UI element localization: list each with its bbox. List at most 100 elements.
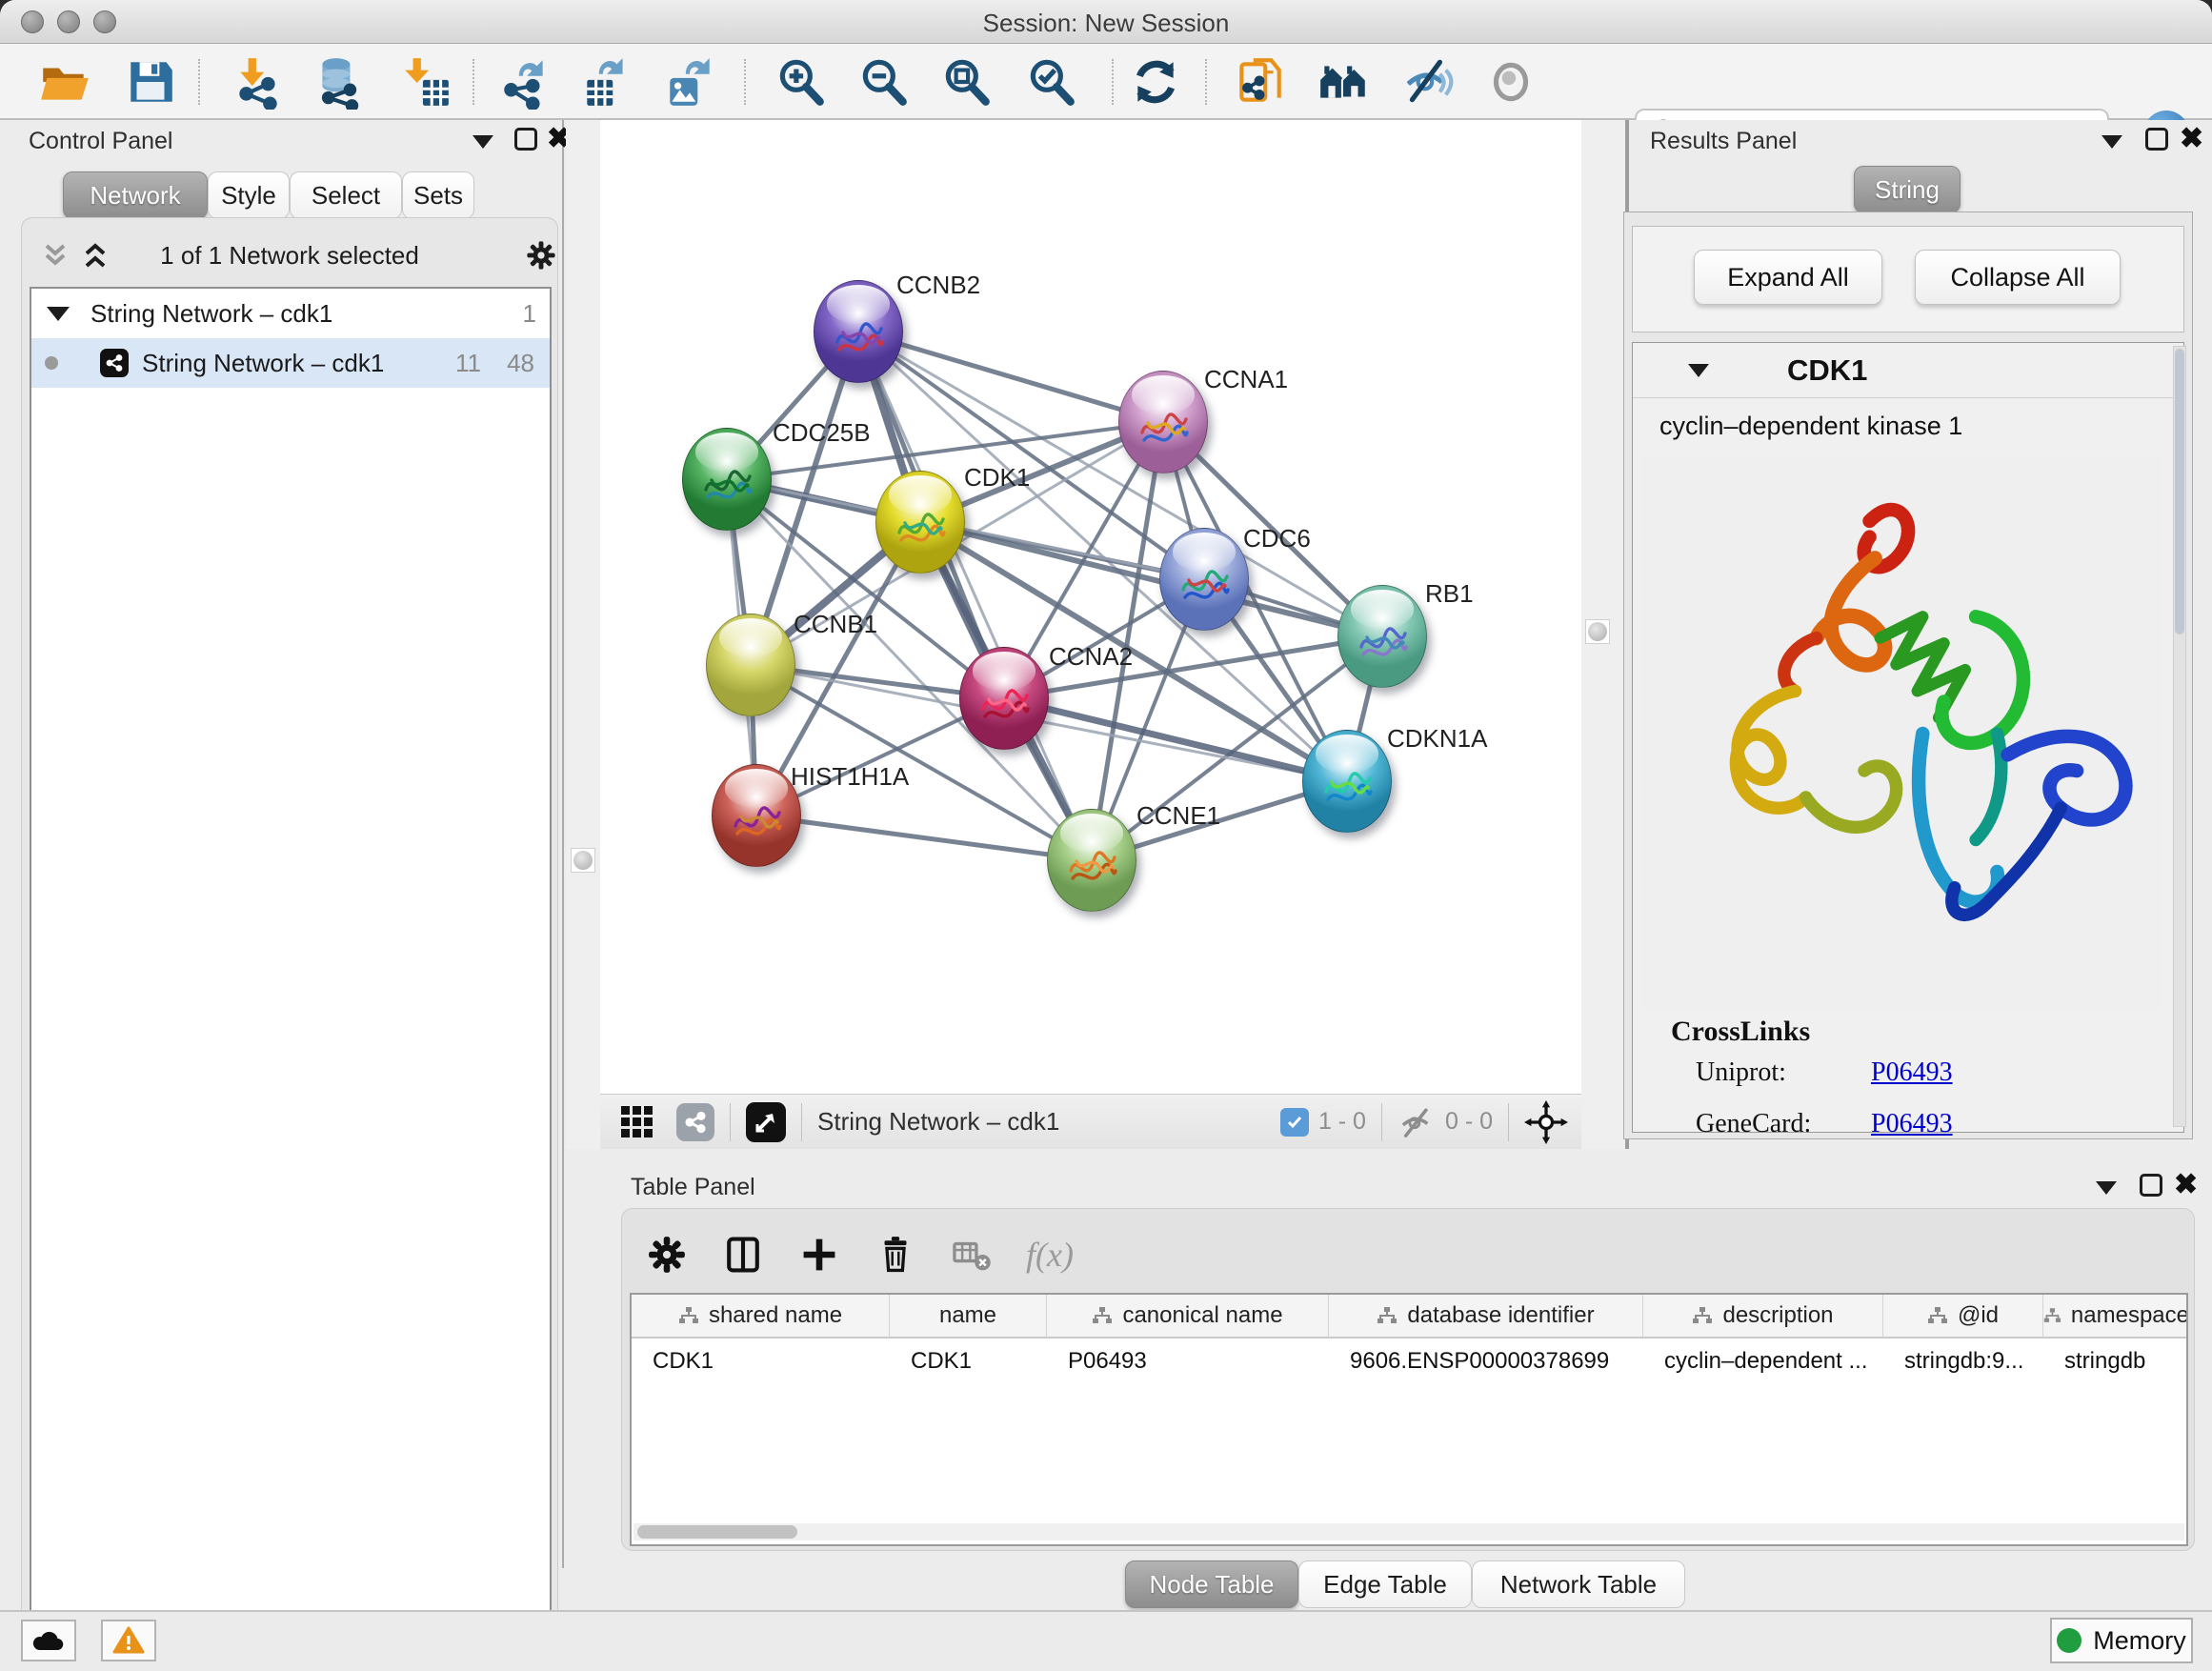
tab-select[interactable]: Select [290,171,402,219]
delete-table-icon[interactable] [950,1233,994,1277]
pan-crosshair-icon[interactable] [1524,1100,1568,1144]
node-result-caret-icon[interactable] [1688,364,1709,377]
table-panel-close-icon[interactable]: ✖ [2174,1174,2198,1197]
import-network-database-button[interactable] [310,51,367,112]
column-header-description[interactable]: description [1643,1295,1883,1339]
crosslink-value-link[interactable]: P06493 [1871,1057,1953,1088]
save-session-button[interactable] [122,51,179,112]
collection-caret-icon[interactable] [47,307,70,321]
results-panel-collapse-icon[interactable] [2101,135,2122,149]
show-columns-icon[interactable] [721,1233,765,1277]
delete-column-icon[interactable] [874,1233,917,1277]
zoom-selected-button[interactable] [1022,51,1079,112]
column-header-namespace[interactable]: namespace [2043,1295,2188,1339]
node-CCNE1[interactable] [1047,809,1136,912]
right-splitter-handle[interactable] [1585,619,1610,644]
column-header-database-identifier[interactable]: database identifier [1329,1295,1643,1339]
node-CCNB1[interactable] [706,614,795,716]
node-CCNA2[interactable] [959,647,1049,750]
node-CCNB2[interactable] [814,280,903,383]
cloud-button[interactable] [21,1620,76,1661]
zoom-out-button[interactable] [855,51,912,112]
node-CDKN1A[interactable] [1302,730,1392,833]
network-collection-row[interactable]: String Network – cdk1 1 [31,289,550,338]
left-splitter-handle[interactable] [571,848,595,873]
right-splitter[interactable] [1581,120,1625,1149]
warning-button[interactable] [101,1620,156,1661]
table-cell[interactable]: stringdb [2043,1340,2188,1382]
node-CDK1[interactable] [875,471,965,574]
table-cell[interactable]: P06493 [1047,1340,1329,1382]
results-panel-float-icon[interactable] [2145,128,2168,151]
network-options-gear-icon[interactable] [525,239,557,272]
network-share-icon[interactable] [676,1103,714,1141]
table-cell[interactable]: stringdb:9... [1883,1340,2043,1382]
export-network-button[interactable] [496,51,553,112]
table-panel-float-icon[interactable] [2140,1174,2162,1197]
table-cell[interactable]: CDK1 [890,1340,1047,1382]
control-panel-collapse-icon[interactable] [473,135,493,149]
export-table-button[interactable] [578,51,635,112]
table-panel-collapse-icon[interactable] [2096,1181,2117,1195]
hidden-eye-slash-icon[interactable] [1398,1106,1436,1138]
zoom-in-button[interactable] [772,51,829,112]
collapse-all-button[interactable]: Collapse All [1915,250,2121,305]
export-image-button[interactable] [661,51,718,112]
table-cell[interactable]: 9606.ENSP00000378699 [1329,1340,1643,1382]
show-eye-button[interactable] [1482,51,1539,112]
node-HIST1H1A[interactable] [712,764,801,867]
refresh-button[interactable] [1127,51,1184,112]
tab-style[interactable]: Style [208,171,290,219]
table-tabs: Node TableEdge TableNetwork Table [568,1560,2212,1610]
toolbar-separator [1205,59,1207,105]
node-CCNA1[interactable] [1118,371,1208,473]
column-header-name[interactable]: name [890,1295,1047,1339]
houses-button[interactable] [1316,51,1373,112]
node-result-header[interactable]: CDK1 [1633,343,2183,398]
node-structure-CDK1 [892,500,949,557]
tab-network[interactable]: Network [63,171,208,219]
open-file-button[interactable] [36,51,93,112]
network-row-selected[interactable]: String Network – cdk1 11 48 [31,338,550,388]
tab-network-table[interactable]: Network Table [1472,1560,1685,1608]
results-scrollbar[interactable] [2173,346,2186,1127]
table-cell[interactable]: CDK1 [632,1340,890,1382]
memory-button[interactable]: Memory [2050,1618,2193,1663]
expand-all-button[interactable]: Expand All [1694,250,1882,305]
left-splitter[interactable] [566,120,600,1149]
document-share-button[interactable] [1231,51,1288,112]
table-options-gear-icon[interactable] [645,1233,689,1277]
zoom-fit-button[interactable] [937,51,995,112]
column-header-canonical-name[interactable]: canonical name [1047,1295,1329,1339]
birdseye-grid-icon[interactable] [619,1104,655,1140]
control-panel-float-icon[interactable] [514,128,537,151]
crosslink-value-link[interactable]: P06493 [1871,1109,1953,1139]
edge-CCNB2-CCNA1[interactable] [858,332,1163,422]
tab-string[interactable]: String [1854,166,1961,213]
selected-checkbox-icon[interactable] [1280,1108,1309,1137]
import-table-file-button[interactable] [396,51,453,112]
edge-HIST1H1A-CCNE1[interactable] [756,815,1092,860]
tab-node-table[interactable]: Node Table [1125,1560,1298,1608]
add-column-icon[interactable] [797,1233,841,1277]
hide-selected-button[interactable] [1399,51,1457,112]
toolbar-separator [473,59,474,105]
import-network-file-button[interactable] [230,51,287,112]
results-panel-close-icon[interactable]: ✖ [2180,128,2203,151]
function-builder-fx[interactable]: f(x) [1026,1235,1074,1275]
node-CDC6[interactable] [1159,528,1249,631]
node-table[interactable]: shared nameCDK1nameCDK1canonical nameP06… [630,1293,2188,1546]
column-header--id[interactable]: @id [1883,1295,2043,1339]
node-structure-CCNB2 [830,310,887,367]
open-view-icon[interactable] [746,1102,786,1142]
network-canvas[interactable]: CCNB2CCNA1CDC25BCDK1CDC6RB1CCNB1CCNA2CDK… [600,120,1581,1094]
table-cell[interactable]: cyclin–dependent ... [1643,1340,1883,1382]
tab-sets[interactable]: Sets [402,171,474,219]
node-CDC25B[interactable] [682,428,772,531]
tab-edge-table[interactable]: Edge Table [1298,1560,1472,1608]
table-horizontal-scrollbar[interactable] [633,1523,2184,1540]
status-bar: Memory [0,1610,2212,1671]
crosslinks-title: CrossLinks [1671,1016,2166,1048]
node-RB1[interactable] [1337,585,1427,688]
column-header-shared-name[interactable]: shared name [632,1295,890,1339]
